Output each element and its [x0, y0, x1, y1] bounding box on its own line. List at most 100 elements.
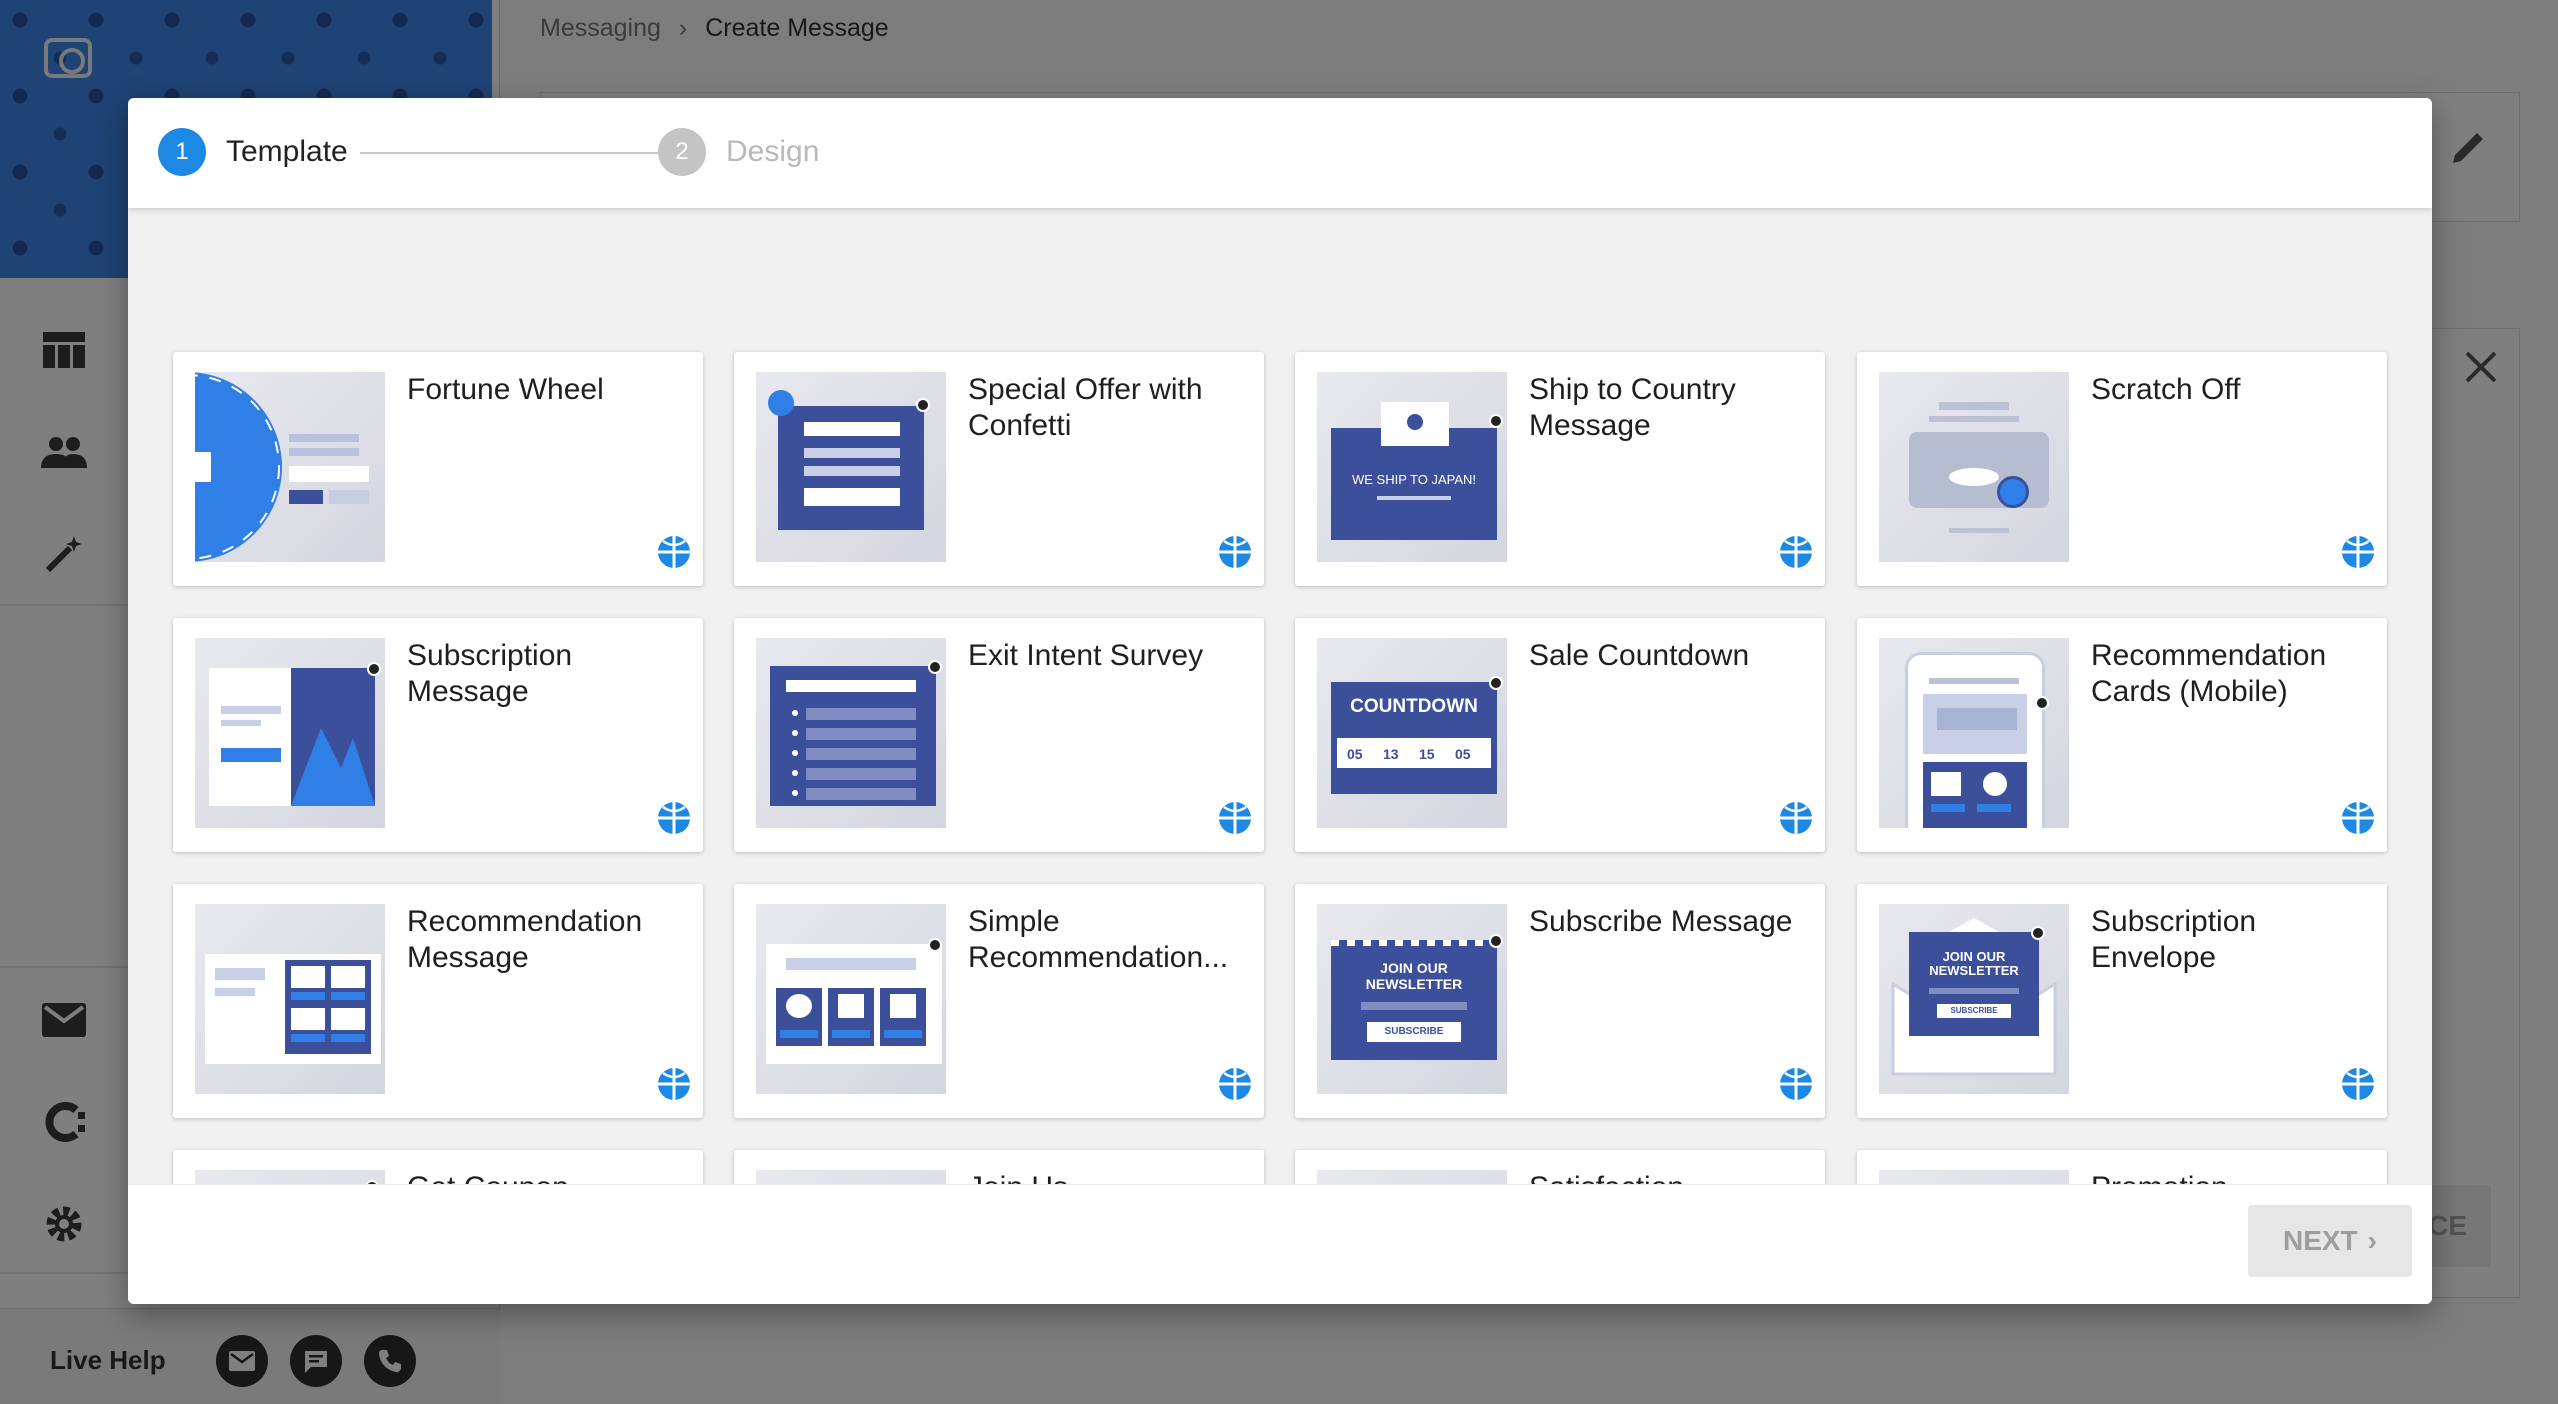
template-title: Special Offer with Confetti [968, 373, 1203, 442]
thumbnail-shape [928, 660, 942, 674]
template-title: Sale Countdown [1529, 639, 1750, 672]
countdown-digit: 05 [1455, 746, 1471, 762]
multi-language-icon [1779, 1067, 1813, 1106]
thumbnail-shape [367, 662, 381, 676]
multi-language-icon [2341, 535, 2375, 574]
chevron-right-icon: › [2367, 1225, 2377, 1256]
template-title: Subscribe Message [1529, 905, 1793, 938]
template-card-confetti[interactable]: Special Offer with Confetti [734, 352, 1264, 586]
template-thumbnail: JOIN OUR NEWSLETTER SUBSCRIBE [1879, 904, 2069, 1094]
step-number: 1 [158, 128, 206, 176]
thumbnail-shape [928, 938, 942, 952]
thumbnail-shape [1489, 414, 1503, 428]
template-title: Get Coupon [407, 1170, 683, 1184]
thumbnail-shape [1929, 678, 2019, 684]
thumbnail-shape [1489, 676, 1503, 690]
thumb-button: SUBSCRIBE [1937, 1004, 2011, 1018]
thumbnail-shape [1489, 934, 1503, 948]
template-card-subscribe[interactable]: JOIN OUR NEWSLETTER SUBSCRIBE Subscribe Me… [1295, 884, 1825, 1118]
template-thumbnail: WE SHIP TO JAPAN! [1317, 372, 1507, 562]
template-title: Recommendation Cards (Mobile) [2091, 639, 2327, 708]
thumbnail-shape [804, 422, 900, 436]
template-card-questionnaire[interactable]: QUESTIONNAIRE Satisfaction Questionnaire [1295, 1150, 1825, 1184]
template-card-recommendation[interactable]: Recommendation Message [173, 884, 703, 1118]
template-thumbnail [756, 638, 946, 828]
countdown-digit: 13 [1383, 746, 1399, 762]
template-grid: Fortune Wheel Special Offer with Confetti… [128, 208, 2432, 1184]
template-thumbnail: COUNTDOWN 05 13 15 05 [1317, 638, 1507, 828]
multi-language-icon [1779, 535, 1813, 574]
template-card-scratch[interactable]: Scratch Off [1857, 352, 2387, 586]
template-card-survey[interactable]: Exit Intent Survey [734, 618, 1264, 852]
thumb-text: WE SHIP TO JAPAN! [1351, 472, 1476, 487]
stepper: 1 Template 2 Design [128, 98, 2432, 208]
thumb-text: COUNTDOWN [1350, 696, 1478, 717]
create-message-modal: 1 Template 2 Design Fortune Wheel Special… [128, 98, 2432, 1304]
next-button[interactable]: NEXT › [2248, 1205, 2412, 1277]
thumbnail-shape [806, 788, 916, 800]
template-card-ship[interactable]: WE SHIP TO JAPAN! Ship to Country Message [1295, 352, 1825, 586]
thumbnail-shape [806, 748, 916, 760]
template-thumbnail [195, 904, 385, 1094]
thumbnail-shape [804, 466, 900, 476]
template-card-fortune-wheel[interactable]: Fortune Wheel [173, 352, 703, 586]
thumbnail-shape [806, 728, 916, 740]
template-card-mobile[interactable]: Recommendation Cards (Mobile) [1857, 618, 2387, 852]
thumbnail-shape [2035, 696, 2049, 710]
template-card-countdown[interactable]: COUNTDOWN 05 13 15 05 Sale Countdown [1295, 618, 1825, 852]
template-title: Satisfaction Questionnaire [1529, 1170, 1805, 1184]
template-thumbnail: PROMOTION [1879, 1170, 2069, 1184]
step-connector [360, 152, 666, 154]
multi-language-icon [1218, 535, 1252, 574]
template-title: Recommendation Message [407, 905, 643, 974]
template-thumbnail [1879, 372, 2069, 562]
template-title: Promotion [2091, 1170, 2367, 1184]
thumbnail-shape [1377, 496, 1451, 500]
multi-language-icon [1218, 801, 1252, 840]
template-card-envelope[interactable]: JOIN OUR NEWSLETTER SUBSCRIBE Subscription… [1857, 884, 2387, 1118]
thumbnail-shape [1937, 708, 2017, 730]
thumbnail-shape [1909, 932, 2039, 1036]
template-thumbnail [756, 904, 946, 1094]
modal-footer: NEXT › [128, 1184, 2432, 1304]
template-card-promotion[interactable]: PROMOTION Promotion [1857, 1150, 2387, 1184]
template-thumbnail: JOIN OUR NEWSLETTER SUBSCRIBE [1317, 904, 1507, 1094]
thumb-text: JOIN OUR NEWSLETTER [1929, 949, 2019, 978]
thumbnail-shape [221, 706, 281, 714]
template-card-join[interactable]: JOIN US Join Us [734, 1150, 1264, 1184]
thumbnail-shape [215, 988, 255, 996]
multi-language-icon [1218, 1067, 1252, 1106]
template-title: Ship to Country Message [1529, 373, 1736, 442]
countdown-digit: 05 [1347, 746, 1363, 762]
thumbnail-shape [786, 680, 916, 692]
template-title: Fortune Wheel [407, 373, 604, 406]
step-design[interactable]: 2 Design [658, 128, 819, 176]
multi-language-icon [657, 535, 691, 574]
thumbnail-shape [221, 720, 261, 726]
thumbnail-shape [1929, 416, 2019, 422]
thumbnail-shape [806, 708, 916, 720]
thumbnail-shape [1929, 988, 2019, 994]
multi-language-icon [1779, 801, 1813, 840]
thumbnail-shape [1939, 402, 2009, 410]
thumb-button: SUBSCRIBE [1367, 1022, 1461, 1042]
multi-language-icon [2341, 1067, 2375, 1106]
template-card-simple-rec[interactable]: Simple Recommendation... [734, 884, 1264, 1118]
step-label: Template [226, 135, 348, 168]
countdown-digit: 15 [1419, 746, 1435, 762]
thumbnail-shape [2031, 926, 2045, 940]
template-card-coupon[interactable]: COUPON20% OFF Get Coupon [173, 1150, 703, 1184]
step-number: 2 [658, 128, 706, 176]
thumbnail-shape [215, 968, 265, 980]
template-thumbnail: JOIN US [756, 1170, 946, 1184]
template-thumbnail: QUESTIONNAIRE [1317, 1170, 1507, 1184]
step-template[interactable]: 1 Template [158, 128, 348, 176]
thumbnail-shape [1949, 528, 2009, 533]
multi-language-icon [657, 1067, 691, 1106]
template-thumbnail [756, 372, 946, 562]
template-thumbnail [195, 372, 385, 562]
thumbnail-shape [806, 768, 916, 780]
template-title: Simple Recommendation... [968, 905, 1229, 974]
template-thumbnail [195, 638, 385, 828]
template-card-subscription[interactable]: Subscription Message [173, 618, 703, 852]
